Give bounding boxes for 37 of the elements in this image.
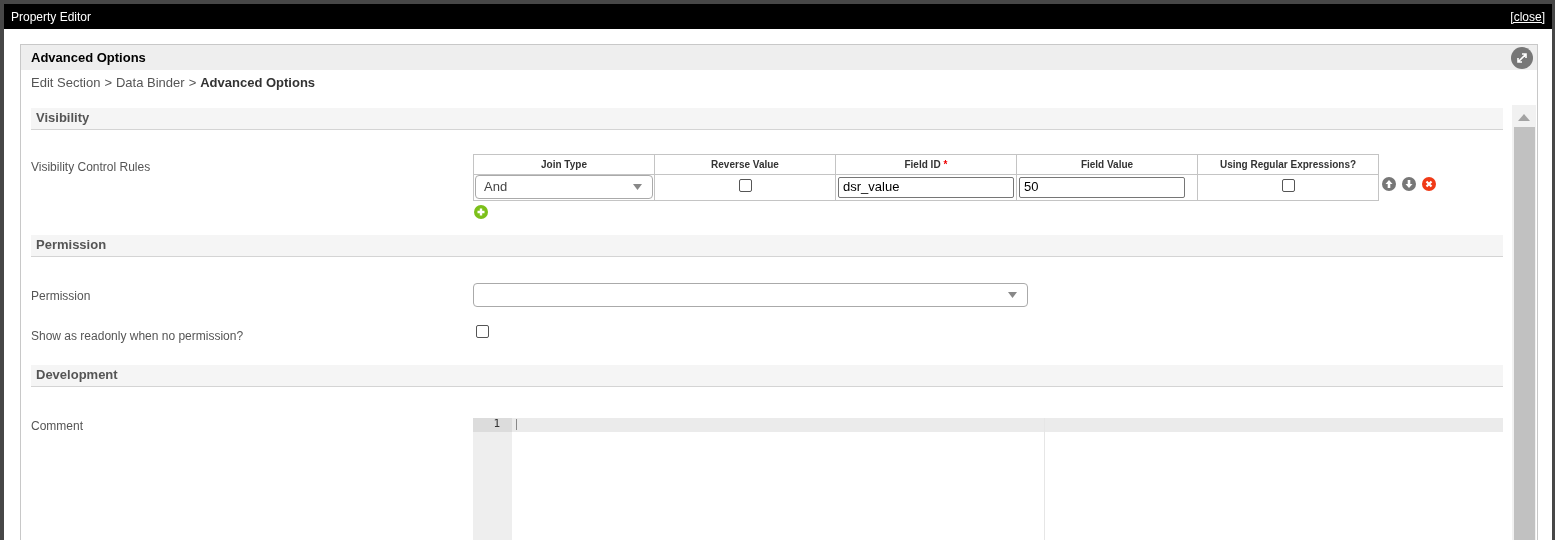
column-header: Join Type: [473, 154, 655, 174]
permission-select[interactable]: [473, 282, 1028, 307]
breadcrumb-link[interactable]: Edit Section: [31, 73, 101, 93]
input-field[interactable]: dsr_value: [838, 176, 1014, 198]
field-label: Comment: [31, 418, 83, 433]
field-label: Visibility Control Rules: [31, 159, 151, 174]
required-mark: *: [943, 158, 948, 170]
checkbox[interactable]: [476, 324, 489, 338]
column-header: Using Regular Expressions?: [1197, 154, 1379, 174]
column-header: Field Value: [1016, 154, 1198, 174]
move-up-icon[interactable]: [1382, 176, 1396, 191]
checkbox[interactable]: [1281, 178, 1295, 192]
close-link[interactable]: [close]: [1510, 7, 1545, 26]
checkbox[interactable]: [738, 178, 752, 192]
section-header: Permission: [31, 234, 1503, 257]
field-label: Permission: [31, 288, 91, 303]
section-header: Visibility: [31, 107, 1503, 130]
dropdown-caret-icon: [1008, 291, 1017, 298]
breadcrumb-current: Advanced Options: [200, 74, 316, 92]
column-header: Field ID *: [835, 154, 1017, 174]
breadcrumb-separator: >: [188, 74, 197, 92]
move-down-icon[interactable]: [1402, 176, 1416, 191]
text-cursor: [516, 419, 517, 430]
column-header: Reverse Value: [654, 154, 836, 174]
window-title: Property Editor: [11, 8, 92, 26]
join-type-select[interactable]: And: [475, 175, 653, 199]
breadcrumb-link[interactable]: Data Binder: [115, 73, 185, 93]
expand-icon[interactable]: [1511, 46, 1533, 69]
breadcrumb-separator: >: [104, 74, 112, 92]
input-field[interactable]: 50: [1019, 176, 1185, 198]
code-editor[interactable]: 1: [473, 417, 1503, 540]
dropdown-caret-icon: [633, 184, 642, 190]
panel-title: Advanced Options: [31, 48, 146, 67]
delete-icon[interactable]: [1422, 176, 1436, 191]
line-number: 1: [493, 416, 500, 433]
field-label: Show as readonly when no permission?: [31, 328, 244, 343]
section-header: Development: [31, 364, 1503, 387]
